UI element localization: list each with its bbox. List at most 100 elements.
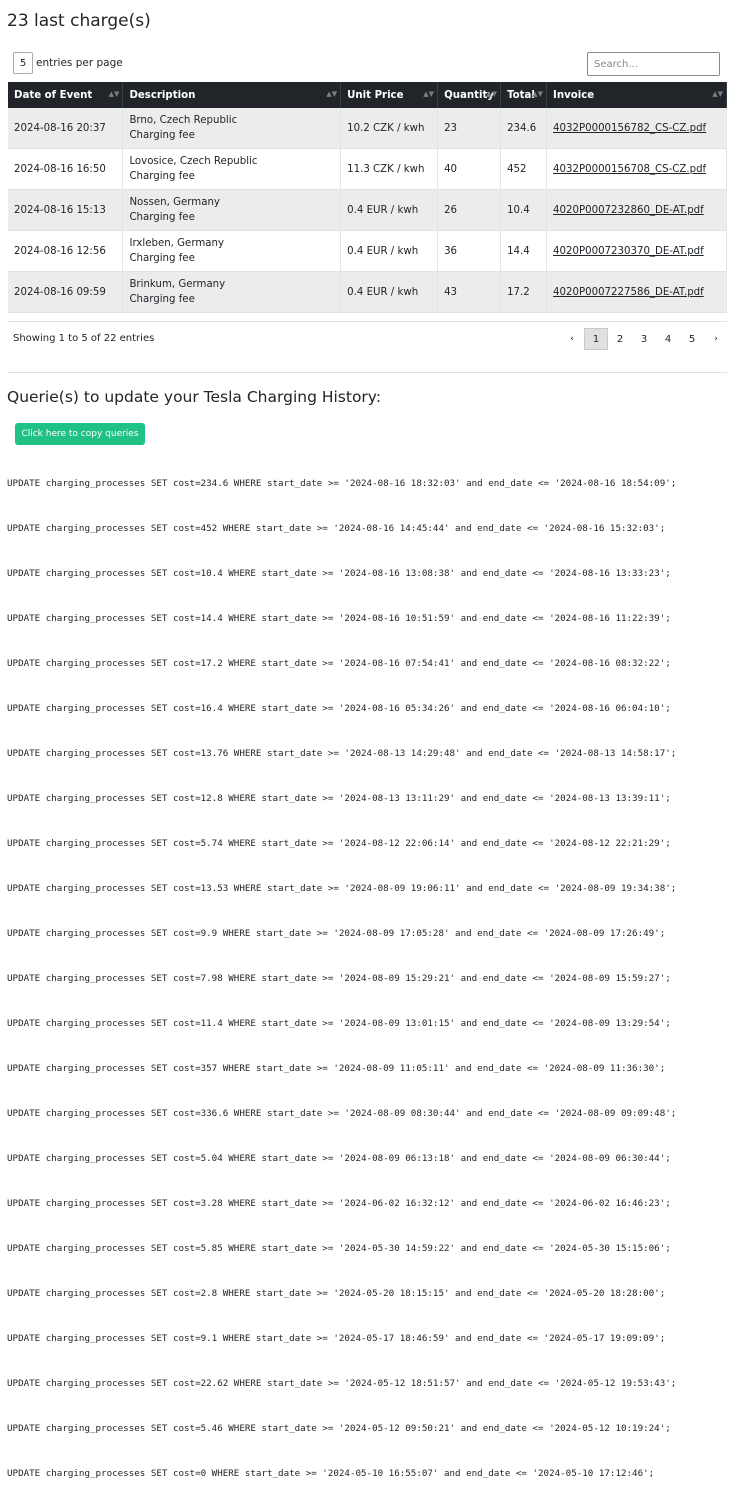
cell-date: 2024-08-16 16:50 [8, 148, 124, 190]
query-line: UPDATE charging_processes SET cost=7.98 … [7, 973, 671, 984]
cell-unit-price: 0.4 EUR / kwh [340, 189, 439, 231]
table-row: 2024-08-16 16:50 Lovosice, Czech Republi… [8, 148, 727, 190]
query-line: UPDATE charging_processes SET cost=12.8 … [7, 793, 671, 804]
invoice-link[interactable]: 4020P0007227586_DE-AT.pdf [553, 287, 704, 298]
table-row: 2024-08-16 15:13 Nossen, Germany Charging… [8, 189, 727, 231]
section-divider [8, 372, 727, 373]
cell-description: Lovosice, Czech Republic Charging fee [122, 148, 342, 190]
column-header-total[interactable]: Total ▲▼ [500, 82, 548, 108]
query-line: UPDATE charging_processes SET cost=5.46 … [7, 1423, 671, 1434]
entries-info: Showing 1 to 5 of 22 entries [13, 333, 155, 344]
query-line: UPDATE charging_processes SET cost=16.4 … [7, 703, 671, 714]
cell-fee-type: Charging fee [129, 171, 195, 182]
cell-invoice: 4032P0000156708_CS-CZ.pdf [546, 148, 727, 190]
query-line: UPDATE charging_processes SET cost=0 WHE… [7, 1468, 655, 1479]
pagination: ‹ 1 2 3 4 5 › [560, 328, 728, 350]
cell-fee-type: Charging fee [129, 130, 195, 141]
sort-icon: ▲▼ [532, 90, 544, 98]
column-header-description[interactable]: Description ▲▼ [122, 82, 342, 108]
cell-fee-type: Charging fee [129, 212, 195, 223]
cell-quantity: 43 [437, 271, 502, 313]
query-line: UPDATE charging_processes SET cost=13.76… [7, 748, 677, 759]
copy-queries-button[interactable]: Click here to copy queries [15, 423, 145, 445]
charges-table: Date of Event ▲▼ Description ▲▼ Unit Price… [8, 82, 727, 313]
table-row: 2024-08-16 12:56 Irxleben, Germany Chargi… [8, 230, 727, 272]
cell-location: Nossen, Germany [129, 197, 220, 208]
query-line: UPDATE charging_processes SET cost=22.62… [7, 1378, 677, 1389]
invoice-link[interactable]: 4032P0000156708_CS-CZ.pdf [553, 164, 706, 175]
page-1-button[interactable]: 1 [584, 328, 608, 350]
cell-total: 17.2 [500, 271, 548, 313]
cell-location: Lovosice, Czech Republic [129, 156, 258, 167]
query-line: UPDATE charging_processes SET cost=17.2 … [7, 658, 671, 669]
cell-invoice: 4020P0007227586_DE-AT.pdf [546, 271, 727, 313]
table-row: 2024-08-16 20:37 Brno, Czech Republic Cha… [8, 108, 727, 149]
cell-invoice: 4032P0000156782_CS-CZ.pdf [546, 108, 727, 149]
query-line: UPDATE charging_processes SET cost=357 W… [7, 1063, 666, 1074]
cell-location: Brno, Czech Republic [129, 115, 238, 126]
cell-quantity: 36 [437, 230, 502, 272]
cell-location: Irxleben, Germany [129, 238, 224, 249]
cell-location: Brinkum, Germany [129, 279, 226, 290]
query-line: UPDATE charging_processes SET cost=10.4 … [7, 568, 671, 579]
prev-page-button[interactable]: ‹ [560, 328, 584, 350]
cell-quantity: 23 [437, 108, 502, 149]
invoice-link[interactable]: 4032P0000156782_CS-CZ.pdf [553, 123, 706, 134]
cell-description: Brinkum, Germany Charging fee [122, 271, 342, 313]
column-header-quantity[interactable]: Quantity ▲▼ [437, 82, 502, 108]
cell-unit-price: 11.3 CZK / kwh [340, 148, 439, 190]
sort-icon: ▲▼ [712, 90, 723, 98]
page-2-button[interactable]: 2 [608, 328, 632, 350]
query-line: UPDATE charging_processes SET cost=5.74 … [7, 838, 671, 849]
query-line: UPDATE charging_processes SET cost=5.85 … [7, 1243, 671, 1254]
cell-unit-price: 0.4 EUR / kwh [340, 230, 439, 272]
query-line: UPDATE charging_processes SET cost=234.6… [7, 478, 677, 489]
cell-total: 10.4 [500, 189, 548, 231]
query-line: UPDATE charging_processes SET cost=13.53… [7, 883, 677, 894]
query-line: UPDATE charging_processes SET cost=11.4 … [7, 1018, 671, 1029]
invoice-link[interactable]: 4020P0007232860_DE-AT.pdf [553, 205, 704, 216]
sort-icon: ▲▼ [108, 90, 120, 98]
column-header-date[interactable]: Date of Event ▲▼ [8, 82, 124, 108]
cell-description: Brno, Czech Republic Charging fee [122, 108, 342, 149]
page-5-button[interactable]: 5 [680, 328, 704, 350]
table-bottom-divider [8, 321, 727, 322]
query-line: UPDATE charging_processes SET cost=3.28 … [7, 1198, 671, 1209]
cell-total: 234.6 [500, 108, 548, 149]
queries-block: UPDATE charging_processes SET cost=234.6… [7, 446, 676, 1496]
cell-date: 2024-08-16 20:37 [8, 108, 124, 149]
cell-total: 14.4 [500, 230, 548, 272]
page-4-button[interactable]: 4 [656, 328, 680, 350]
cell-date: 2024-08-16 12:56 [8, 230, 124, 272]
column-header-invoice[interactable]: Invoice ▲▼ [546, 82, 727, 108]
cell-fee-type: Charging fee [129, 253, 195, 264]
query-line: UPDATE charging_processes SET cost=452 W… [7, 523, 666, 534]
entries-per-page-select[interactable]: 5 [13, 52, 33, 74]
cell-total: 452 [500, 148, 548, 190]
entries-per-page-label: entries per page [36, 57, 123, 69]
cell-quantity: 40 [437, 148, 502, 190]
cell-unit-price: 10.2 CZK / kwh [340, 108, 439, 149]
page-title: 23 last charge(s) [7, 11, 151, 31]
table-header-row: Date of Event ▲▼ Description ▲▼ Unit Price… [8, 82, 727, 108]
entries-per-page-control: 5 entries per page [13, 52, 123, 74]
cell-description: Nossen, Germany Charging fee [122, 189, 342, 231]
cell-fee-type: Charging fee [129, 294, 195, 305]
search-input[interactable] [587, 52, 720, 76]
query-line: UPDATE charging_processes SET cost=9.9 W… [7, 928, 666, 939]
column-header-unit-price[interactable]: Unit Price ▲▼ [340, 82, 439, 108]
table-row: 2024-08-16 09:59 Brinkum, Germany Chargin… [8, 271, 727, 313]
query-line: UPDATE charging_processes SET cost=336.6… [7, 1108, 677, 1119]
page-3-button[interactable]: 3 [632, 328, 656, 350]
sort-icon: ▲▼ [326, 90, 338, 98]
sort-icon: ▲▼ [486, 90, 498, 98]
invoice-link[interactable]: 4020P0007230370_DE-AT.pdf [553, 246, 704, 257]
queries-title: Querie(s) to update your Tesla Charging … [7, 388, 382, 406]
cell-description: Irxleben, Germany Charging fee [122, 230, 342, 272]
sort-icon: ▲▼ [423, 90, 435, 98]
cell-quantity: 26 [437, 189, 502, 231]
cell-invoice: 4020P0007232860_DE-AT.pdf [546, 189, 727, 231]
next-page-button[interactable]: › [704, 328, 728, 350]
query-line: UPDATE charging_processes SET cost=5.04 … [7, 1153, 671, 1164]
cell-date: 2024-08-16 09:59 [8, 271, 124, 313]
